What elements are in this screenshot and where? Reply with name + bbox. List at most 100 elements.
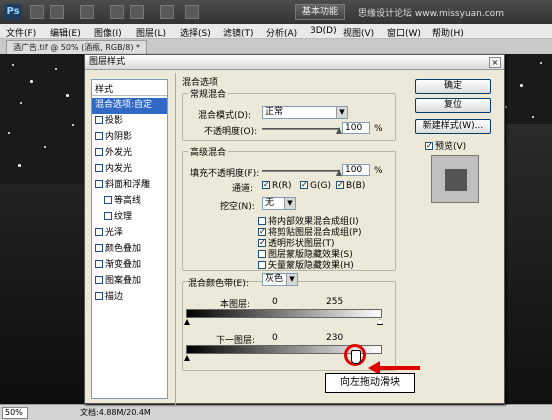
style-item-inner-shadow[interactable]: 内阴影 bbox=[92, 130, 167, 146]
new-style-button[interactable]: 新建样式(W)... bbox=[415, 119, 491, 134]
screen-mode-icon[interactable] bbox=[185, 5, 199, 19]
checkbox[interactable] bbox=[95, 275, 103, 284]
style-item-inner-glow[interactable]: 内发光 bbox=[92, 162, 167, 178]
opacity-label: 不透明度(O): bbox=[204, 127, 258, 137]
style-item-color-overlay[interactable]: 颜色叠加 bbox=[92, 242, 167, 258]
blending-options-pane: 混合选项 常规混合 混合模式(D): 正常 ▼ 不透明度(O): 100 % 高级… bbox=[175, 73, 403, 405]
option-vector-mask-hides[interactable]: 矢量蒙版隐藏效果(H) bbox=[258, 258, 354, 271]
checkbox[interactable]: ✓ bbox=[425, 141, 433, 150]
dialog-title: 图层样式 bbox=[85, 55, 504, 70]
menu-file[interactable]: 文件(F) bbox=[6, 26, 36, 39]
reset-button[interactable]: 复位 bbox=[415, 98, 491, 113]
opacity-unit: % bbox=[374, 124, 383, 134]
style-item-bevel-emboss[interactable]: 斜面和浮雕 bbox=[92, 178, 167, 194]
checkbox[interactable] bbox=[258, 216, 266, 225]
preview-swatch bbox=[445, 169, 467, 191]
minibridge-icon[interactable] bbox=[50, 5, 64, 19]
style-item-outer-glow[interactable]: 外发光 bbox=[92, 146, 167, 162]
fill-opacity-unit: % bbox=[374, 166, 383, 176]
blend-mode-select[interactable]: 正常 ▼ bbox=[262, 106, 348, 119]
canvas-shadow-left bbox=[0, 184, 85, 404]
chevron-down-icon: ▼ bbox=[286, 274, 297, 285]
blend-if-select[interactable]: 灰色 ▼ bbox=[262, 273, 298, 286]
preview-checkbox[interactable]: ✓ 预览(V) bbox=[425, 139, 466, 152]
layer-style-dialog: 图层样式 × 样式 混合选项:自定 投影 内阴影 外发光 内发光 斜面和浮雕 等… bbox=[84, 54, 505, 405]
checkbox[interactable] bbox=[95, 147, 103, 156]
styles-header[interactable]: 样式 bbox=[92, 80, 167, 96]
checkbox[interactable] bbox=[104, 211, 112, 220]
zoom-level-icon[interactable] bbox=[80, 5, 94, 19]
menu-view[interactable]: 视图(V) bbox=[343, 26, 374, 39]
menu-edit[interactable]: 编辑(E) bbox=[50, 26, 81, 39]
menu-analysis[interactable]: 分析(A) bbox=[266, 26, 297, 39]
arrange-docs-icon[interactable] bbox=[160, 5, 174, 19]
checkbox[interactable]: ✓ bbox=[336, 180, 344, 189]
knockout-select[interactable]: 无 ▼ bbox=[262, 197, 296, 210]
menu-help[interactable]: 帮助(H) bbox=[432, 26, 464, 39]
menu-layer[interactable]: 图层(L) bbox=[136, 26, 166, 39]
checkbox[interactable] bbox=[95, 259, 103, 268]
zoom-field[interactable]: 50% bbox=[2, 407, 28, 419]
this-layer-high: 255 bbox=[326, 297, 344, 307]
this-layer-gradient bbox=[186, 309, 382, 318]
general-blending-title: 常规混合 bbox=[188, 87, 229, 100]
menu-filter[interactable]: 滤镜(T) bbox=[223, 26, 254, 39]
channel-r[interactable]: ✓ R(R) bbox=[262, 180, 292, 191]
checkbox[interactable]: ✓ bbox=[262, 180, 270, 189]
checkbox[interactable]: ✓ bbox=[258, 227, 266, 236]
ok-button[interactable]: 确定 bbox=[415, 79, 491, 94]
style-preview bbox=[431, 155, 479, 203]
channels-label: 通道: bbox=[232, 184, 254, 194]
blend-mode-label: 混合模式(D): bbox=[198, 111, 251, 121]
fill-opacity-slider[interactable] bbox=[262, 170, 340, 172]
doc-size: 文档:4.88M/20.4M bbox=[80, 408, 151, 417]
document-tab[interactable]: 酒广告.tif @ 50% (酒瓶, RGB/8) * bbox=[6, 40, 148, 54]
checkbox[interactable] bbox=[95, 179, 103, 188]
underlying-layer-high: 230 bbox=[326, 333, 344, 343]
knockout-label: 挖空(N): bbox=[220, 202, 255, 212]
style-item-gradient-overlay[interactable]: 渐变叠加 bbox=[92, 258, 167, 274]
opacity-slider[interactable] bbox=[262, 128, 340, 130]
chevron-down-icon: ▼ bbox=[336, 107, 347, 118]
menu-select[interactable]: 选择(S) bbox=[180, 26, 211, 39]
this-layer-low: 0 bbox=[272, 297, 278, 307]
checkbox[interactable]: ✓ bbox=[258, 238, 266, 247]
callout-text: 向左拖动滑块 bbox=[325, 373, 415, 393]
photoshop-logo: Ps bbox=[4, 4, 22, 20]
style-item-drop-shadow[interactable]: 投影 bbox=[92, 114, 167, 130]
checkbox[interactable] bbox=[95, 243, 103, 252]
bridge-icon[interactable] bbox=[30, 5, 44, 19]
fill-opacity-field[interactable]: 100 bbox=[342, 164, 370, 176]
style-item-satin[interactable]: 光泽 bbox=[92, 226, 167, 242]
workspace-button[interactable]: 基本功能 bbox=[295, 4, 346, 20]
style-item-blending-options[interactable]: 混合选项:自定 bbox=[92, 98, 167, 114]
channel-b[interactable]: ✓ B(B) bbox=[336, 180, 365, 191]
channel-g[interactable]: ✓ G(G) bbox=[300, 180, 331, 191]
checkbox[interactable] bbox=[95, 163, 103, 172]
checkbox[interactable] bbox=[104, 195, 112, 204]
checkbox[interactable] bbox=[258, 260, 266, 269]
style-item-contour[interactable]: 等高线 bbox=[92, 194, 167, 210]
checkbox[interactable] bbox=[95, 227, 103, 236]
checkbox[interactable] bbox=[95, 115, 103, 124]
hand-tool-icon[interactable] bbox=[110, 5, 124, 19]
arrow-shaft bbox=[378, 366, 420, 370]
menu-window[interactable]: 窗口(W) bbox=[387, 26, 421, 39]
status-bar: 50% 文档:4.88M/20.4M bbox=[0, 404, 552, 420]
checkbox[interactable]: ✓ bbox=[300, 180, 308, 189]
style-item-stroke[interactable]: 描边 bbox=[92, 290, 167, 306]
styles-list: 样式 混合选项:自定 投影 内阴影 外发光 内发光 斜面和浮雕 等高线 纹理 光… bbox=[91, 79, 168, 399]
underlying-layer-low: 0 bbox=[272, 333, 278, 343]
opacity-field[interactable]: 100 bbox=[342, 122, 370, 134]
close-icon[interactable]: × bbox=[489, 57, 501, 68]
menu-image[interactable]: 图像(I) bbox=[94, 26, 122, 39]
app-titlebar: Ps 基本功能 思缘设计论坛 www.missyuan.com bbox=[0, 0, 552, 24]
style-item-pattern-overlay[interactable]: 图案叠加 bbox=[92, 274, 167, 290]
checkbox[interactable] bbox=[95, 131, 103, 140]
checkbox[interactable] bbox=[258, 249, 266, 258]
checkbox[interactable] bbox=[95, 291, 103, 300]
menu-3d[interactable]: 3D(D) bbox=[310, 26, 337, 36]
style-item-texture[interactable]: 纹理 bbox=[92, 210, 167, 226]
fill-opacity-label: 填充不透明度(F): bbox=[190, 169, 260, 179]
zoom-tool-icon[interactable] bbox=[130, 5, 144, 19]
